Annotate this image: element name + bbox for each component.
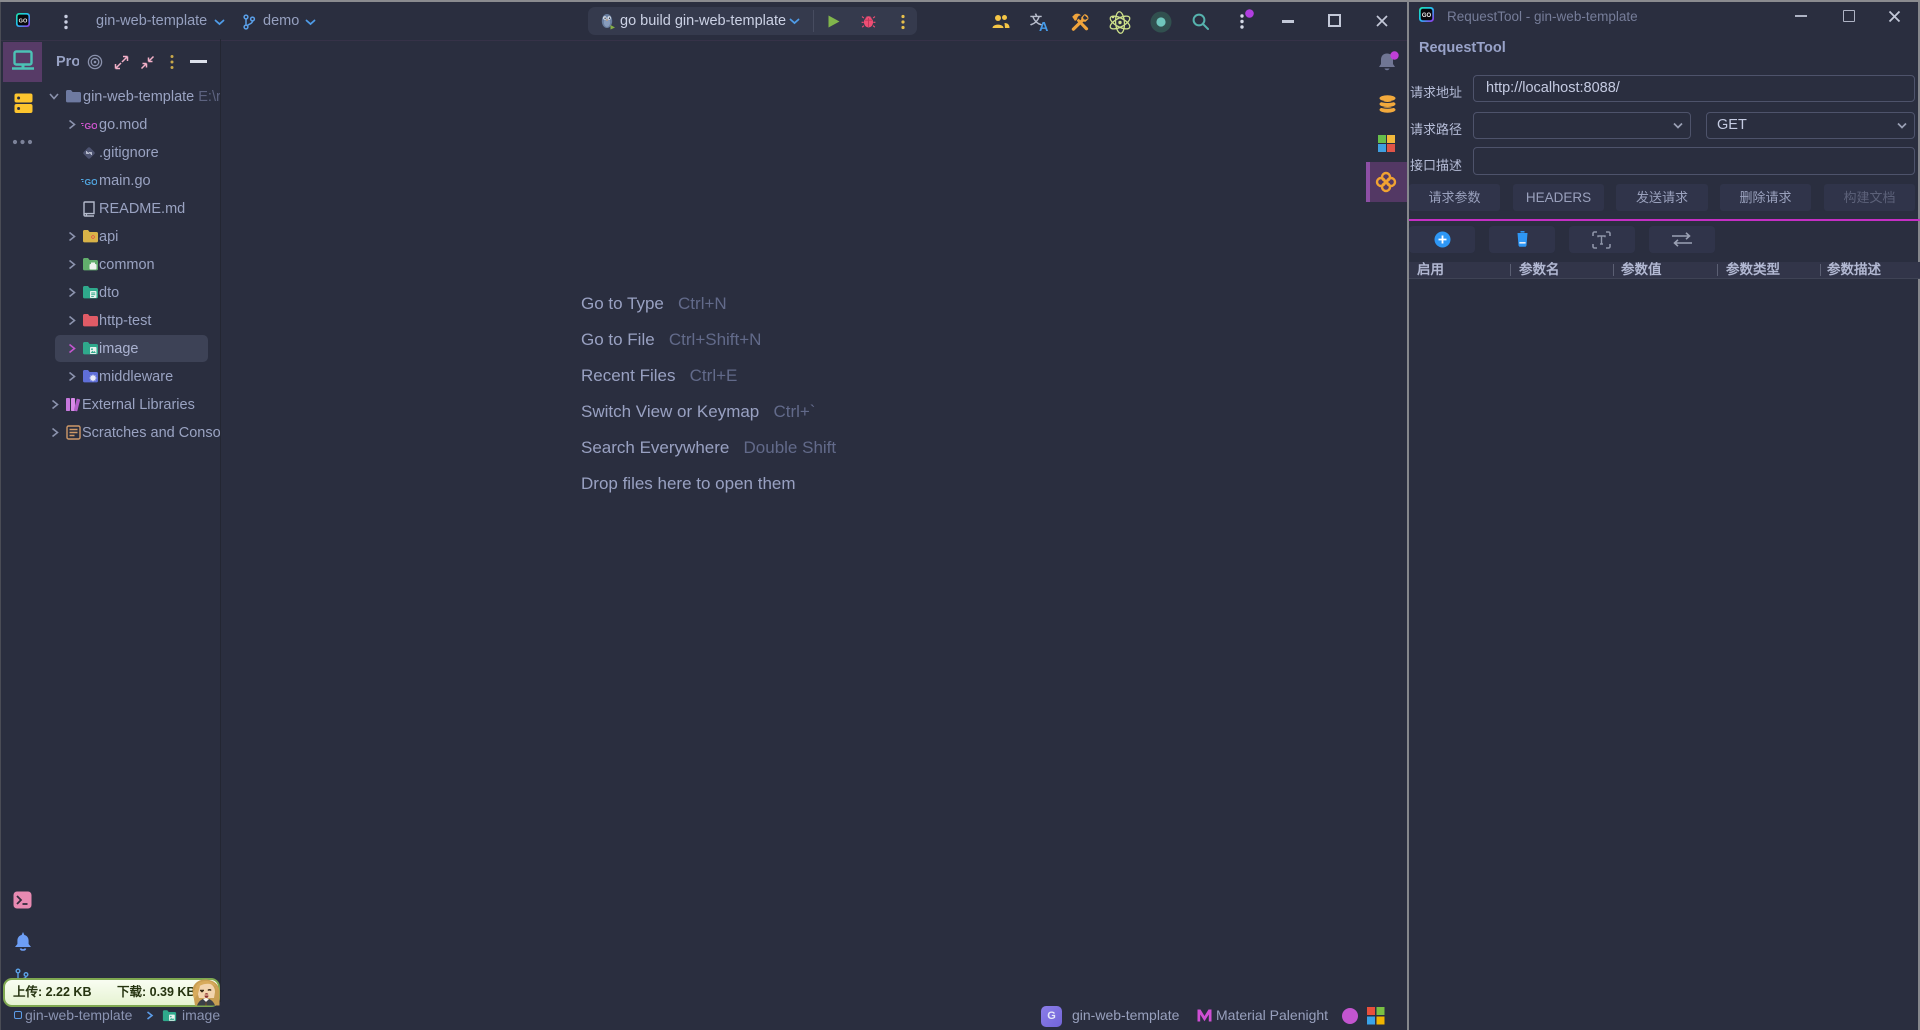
svg-text:GO: GO xyxy=(1422,13,1432,19)
svg-text:GO: GO xyxy=(19,18,28,24)
svg-text:GO: GO xyxy=(85,177,98,187)
svg-text:GO: GO xyxy=(85,121,98,131)
